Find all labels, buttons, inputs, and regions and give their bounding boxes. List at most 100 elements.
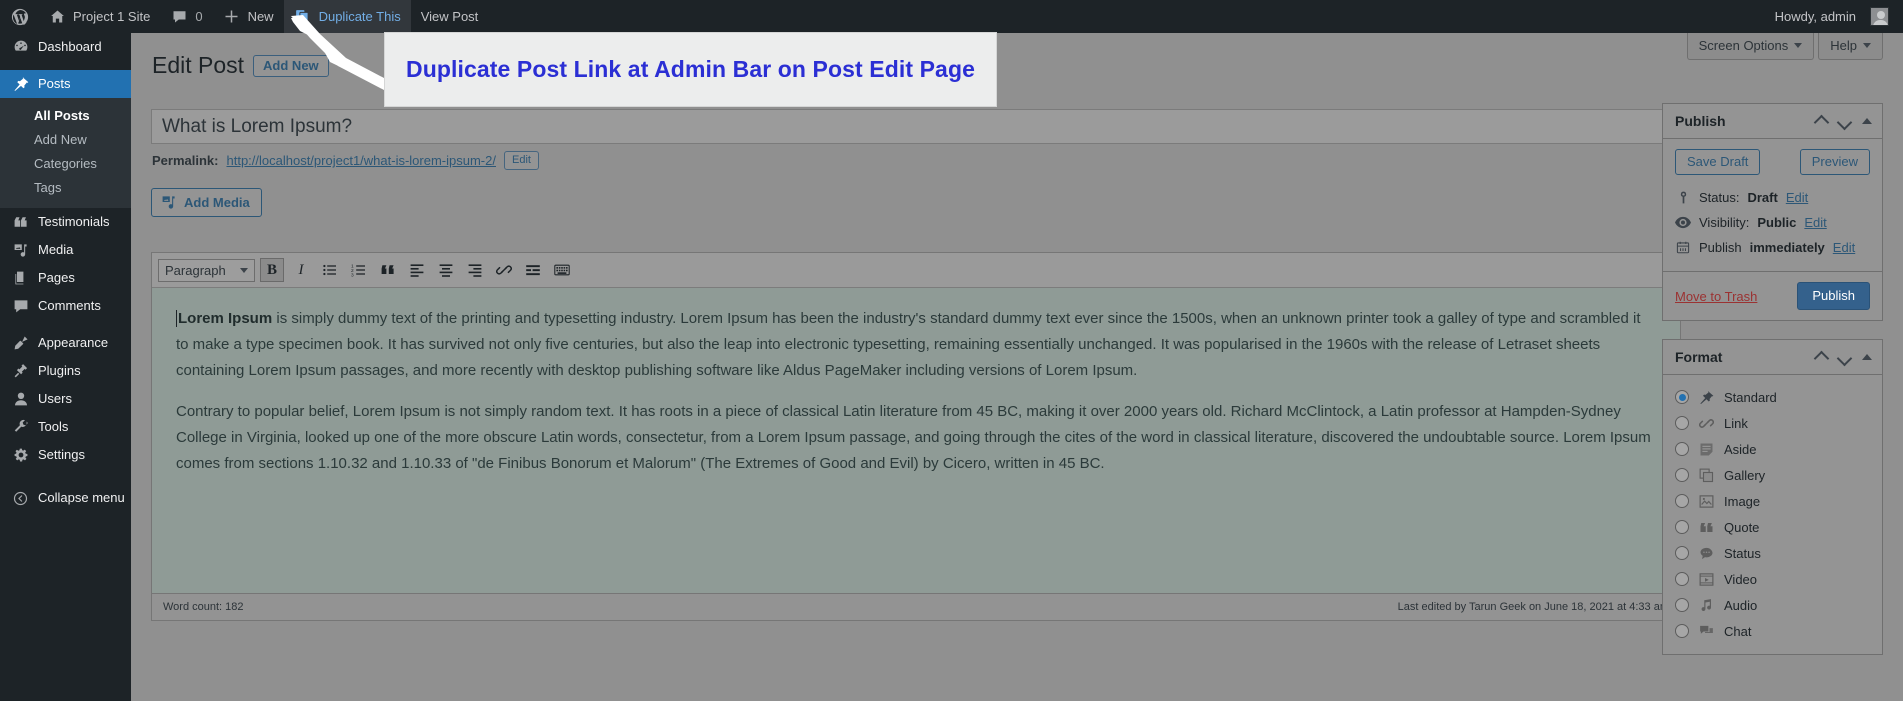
format-option-standard[interactable]: Standard: [1675, 384, 1870, 410]
format-option-status[interactable]: Status: [1675, 540, 1870, 566]
sidebar-item-appearance[interactable]: Appearance: [0, 329, 131, 357]
view-post-label: View Post: [420, 9, 479, 24]
format-option-audio[interactable]: Audio: [1675, 592, 1870, 618]
radio-audio[interactable]: [1675, 598, 1689, 612]
move-to-trash-link[interactable]: Move to Trash: [1675, 289, 1757, 304]
status-bubble-icon: [1698, 545, 1715, 562]
radio-aside[interactable]: [1675, 442, 1689, 456]
duplicate-this-label: Duplicate This: [318, 9, 401, 24]
bold-icon[interactable]: B: [260, 258, 284, 282]
align-center-icon[interactable]: [434, 258, 458, 282]
sidebar-item-dashboard[interactable]: Dashboard: [0, 33, 131, 61]
duplicate-this-menu[interactable]: Duplicate This: [283, 0, 411, 33]
chat-icon: [1698, 623, 1715, 640]
format-option-label: Video: [1724, 571, 1758, 587]
move-up-icon[interactable]: [1816, 117, 1829, 125]
sidebar-item-label: Plugins: [38, 363, 81, 378]
format-option-chat[interactable]: Chat: [1675, 618, 1870, 644]
numbered-list-icon[interactable]: 1 2 3: [347, 258, 371, 282]
paragraph-format-select[interactable]: Paragraph: [158, 258, 255, 282]
format-option-gallery[interactable]: Gallery: [1675, 462, 1870, 488]
italic-icon[interactable]: I: [289, 258, 313, 282]
sidebar-subitem-add-new[interactable]: Add New: [0, 128, 131, 152]
blockquote-icon[interactable]: [376, 258, 400, 282]
chevron-down-icon: [240, 267, 248, 273]
radio-standard[interactable]: [1675, 390, 1689, 404]
edit-visibility-link[interactable]: Edit: [1804, 215, 1826, 230]
radio-quote[interactable]: [1675, 520, 1689, 534]
sidebar-item-testimonials[interactable]: Testimonials: [0, 208, 131, 236]
edit-status-link[interactable]: Edit: [1786, 190, 1808, 205]
admin-sidebar-menu: Dashboard Posts All Posts Add New Catego…: [0, 33, 131, 701]
help-button[interactable]: Help: [1818, 33, 1883, 60]
move-up-icon[interactable]: [1816, 353, 1829, 361]
format-option-video[interactable]: Video: [1675, 566, 1870, 592]
editor-content-body[interactable]: Lorem Ipsum is simply dummy text of the …: [152, 288, 1680, 511]
toggle-panel-icon[interactable]: [1862, 354, 1872, 360]
word-count: Word count: 182: [163, 601, 244, 613]
radio-image[interactable]: [1675, 494, 1689, 508]
editor-paragraph-2: Contrary to popular belief, Lorem Ipsum …: [176, 403, 1651, 472]
format-option-image[interactable]: Image: [1675, 488, 1870, 514]
sidebar-subitem-tags[interactable]: Tags: [0, 176, 131, 200]
align-right-icon[interactable]: [463, 258, 487, 282]
sidebar-item-plugins[interactable]: Plugins: [0, 357, 131, 385]
radio-gallery[interactable]: [1675, 468, 1689, 482]
format-option-link[interactable]: Link: [1675, 410, 1870, 436]
align-left-icon[interactable]: [405, 258, 429, 282]
toggle-panel-icon[interactable]: [1862, 118, 1872, 124]
format-option-label: Gallery: [1724, 467, 1766, 483]
add-new-button[interactable]: Add New: [253, 54, 329, 77]
format-option-aside[interactable]: Aside: [1675, 436, 1870, 462]
move-down-icon[interactable]: [1839, 117, 1852, 125]
main-content-area: Screen Options Help Edit Post Add New Wh…: [131, 33, 1903, 701]
sidebar-item-users[interactable]: Users: [0, 385, 131, 413]
sidebar-item-tools[interactable]: Tools: [0, 413, 131, 441]
new-content-menu[interactable]: New: [213, 0, 284, 33]
move-down-icon[interactable]: [1839, 353, 1852, 361]
save-draft-button[interactable]: Save Draft: [1675, 149, 1761, 175]
sidebar-item-posts[interactable]: Posts: [0, 70, 131, 98]
edit-schedule-link[interactable]: Edit: [1833, 240, 1855, 255]
toolbar-toggle-icon[interactable]: [550, 258, 574, 282]
edit-permalink-button[interactable]: Edit: [503, 151, 539, 170]
publish-button[interactable]: Publish: [1797, 282, 1870, 310]
sidebar-separator: [0, 61, 131, 70]
sidebar-item-media[interactable]: Media: [0, 236, 131, 264]
sidebar-item-settings[interactable]: Settings: [0, 441, 131, 469]
wordpress-logo-menu[interactable]: [0, 0, 38, 33]
sidebar-item-label: Tools: [38, 419, 69, 434]
post-title-input[interactable]: What is Lorem Ipsum?: [151, 109, 1681, 144]
sidebar-item-pages[interactable]: Pages: [0, 264, 131, 292]
radio-chat[interactable]: [1675, 624, 1689, 638]
site-name-menu[interactable]: Project 1 Site: [38, 0, 160, 33]
view-post-menu[interactable]: View Post: [411, 0, 489, 33]
paintbrush-icon: [12, 335, 29, 352]
post-visibility-prefix: Visibility:: [1699, 215, 1750, 230]
comments-menu[interactable]: 0: [160, 0, 212, 33]
collapse-menu-button[interactable]: Collapse menu: [0, 484, 131, 512]
sidebar-separator: [0, 320, 131, 329]
format-option-label: Image: [1724, 493, 1761, 509]
permalink-url[interactable]: http://localhost/project1/what-is-lorem-…: [226, 153, 496, 168]
publish-box: Publish Save Draft Preview Status: Draft…: [1662, 103, 1883, 321]
my-account-menu[interactable]: Howdy, admin: [1765, 0, 1903, 33]
radio-link[interactable]: [1675, 416, 1689, 430]
permalink: Permalink: http://localhost/project1/wha…: [152, 151, 539, 170]
radio-status[interactable]: [1675, 546, 1689, 560]
read-more-icon[interactable]: [521, 258, 545, 282]
sidebar-meta-boxes: Publish Save Draft Preview Status: Draft…: [1662, 103, 1883, 673]
sidebar-subitem-all-posts[interactable]: All Posts: [0, 104, 131, 128]
sidebar-subitem-categories[interactable]: Categories: [0, 152, 131, 176]
preview-button[interactable]: Preview: [1799, 149, 1870, 175]
radio-video[interactable]: [1675, 572, 1689, 586]
screen-options-button[interactable]: Screen Options: [1686, 33, 1815, 60]
bulleted-list-icon[interactable]: [318, 258, 342, 282]
sidebar-item-comments[interactable]: Comments: [0, 292, 131, 320]
insert-link-icon[interactable]: [492, 258, 516, 282]
add-media-button[interactable]: Add Media: [151, 188, 262, 217]
chevron-down-icon: [1863, 43, 1871, 48]
aside-icon: [1698, 441, 1715, 458]
annotation-callout: Duplicate Post Link at Admin Bar on Post…: [384, 32, 997, 107]
format-option-quote[interactable]: Quote: [1675, 514, 1870, 540]
